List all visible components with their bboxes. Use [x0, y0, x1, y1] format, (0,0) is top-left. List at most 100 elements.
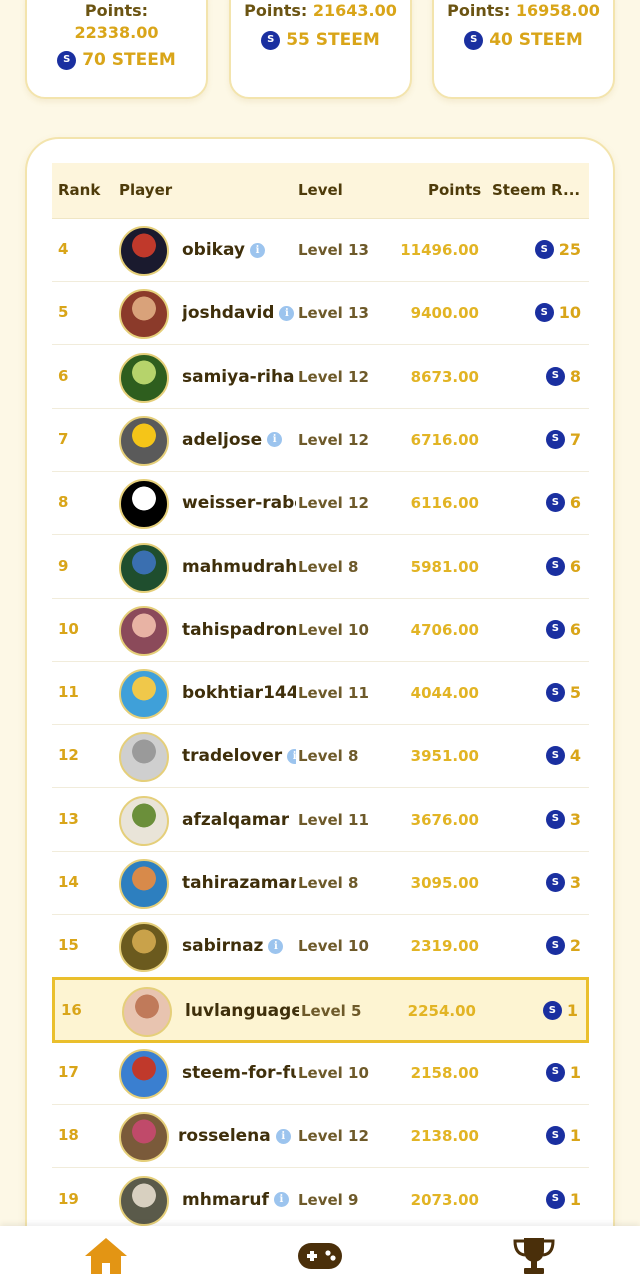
- steem-icon: S: [545, 1062, 565, 1082]
- steem-icon: S: [545, 809, 565, 829]
- player-level: Level 12: [298, 494, 369, 513]
- podium-steem-reward: S 40 STEEM: [434, 30, 613, 50]
- podium-card-3: Points: 16958.00 S 40 STEEM: [432, 0, 615, 99]
- table-row[interactable]: 4 obikay i Level 13 11496.00 S 25: [52, 219, 589, 282]
- avatar[interactable]: [119, 795, 169, 846]
- header-player: Player: [119, 181, 173, 199]
- steem-reward-value: 10: [558, 303, 581, 323]
- player-name[interactable]: weisser-rabe: [182, 493, 296, 513]
- steem-reward: S6: [545, 493, 581, 513]
- avatar[interactable]: [119, 289, 169, 340]
- podium-steem-reward: S 70 STEEM: [27, 50, 206, 70]
- table-row[interactable]: 15 sabirnaz i Level 10 2319.00 S 2: [52, 915, 589, 979]
- player-name[interactable]: luvlanguage: [185, 1001, 299, 1021]
- steem-icon: S: [542, 1001, 562, 1021]
- steem-reward: S 25: [534, 240, 581, 259]
- table-row[interactable]: 5 joshdavid i Level 13 9400.00 S 10: [52, 282, 589, 346]
- table-row[interactable]: 7 adeljose i Level 12 6716.00 S 7: [52, 409, 589, 472]
- avatar[interactable]: [119, 669, 169, 720]
- verified-icon: i: [273, 1192, 289, 1207]
- avatar[interactable]: [119, 1175, 169, 1226]
- avatar[interactable]: [119, 226, 169, 276]
- player-name[interactable]: afzalqamar: [182, 810, 289, 830]
- podium-steem-reward: S 55 STEEM: [231, 30, 410, 50]
- steem-reward: S6: [545, 556, 581, 576]
- table-row[interactable]: 12 tradelover i Level 8 3951.00 S 4: [52, 725, 589, 789]
- table-row[interactable]: 8 weisser-rabe Level 12 6116.00 S 6: [52, 472, 589, 536]
- steem-reward-value: 1: [569, 1189, 581, 1209]
- verified-icon: i: [267, 432, 283, 448]
- steem-reward-value: 1: [569, 1126, 581, 1146]
- table-row[interactable]: 6 samiya-riha Level 12 8673.00 S 8: [52, 346, 589, 409]
- avatar[interactable]: [119, 859, 169, 909]
- rank-number: 16: [61, 1001, 82, 1020]
- player-name[interactable]: mahmudrahman: [182, 557, 296, 577]
- player-points: 5981.00: [410, 557, 479, 576]
- avatar[interactable]: [122, 987, 172, 1038]
- rank-number: 14: [58, 873, 79, 891]
- avatar[interactable]: [119, 1112, 169, 1163]
- avatar[interactable]: [119, 605, 169, 656]
- table-row[interactable]: 10 tahispadron Level 10 4706.00 S 6: [52, 599, 589, 662]
- avatar[interactable]: [119, 352, 169, 403]
- rank-number: 15: [58, 936, 79, 955]
- avatar[interactable]: [119, 415, 169, 466]
- player-name-text: sabirnaz: [182, 936, 264, 957]
- table-row[interactable]: 11 bokhtiar1444Level 11 4044.00 S5: [52, 662, 589, 726]
- gamepad-icon: [298, 1243, 342, 1269]
- steem-reward-value: 4: [569, 746, 581, 766]
- player-level: Level 10: [298, 620, 369, 639]
- podium-points: Points: 21643.00: [244, 1, 397, 20]
- steem-icon: S: [57, 50, 77, 70]
- avatar[interactable]: [119, 922, 169, 973]
- player-name[interactable]: tradelover i: [182, 746, 296, 766]
- podium-points-label: Points:: [84, 1, 149, 20]
- player-points: 2319.00: [410, 937, 479, 956]
- player-name[interactable]: obikay i: [182, 240, 266, 260]
- steem-reward-value: 25: [558, 240, 581, 259]
- leaderboard-header: Rank Player Level Points Steem R...: [52, 163, 589, 219]
- player-name[interactable]: tahirazamar: [182, 873, 296, 893]
- avatar[interactable]: [119, 542, 169, 593]
- nav-games-button[interactable]: [297, 1236, 343, 1276]
- player-name[interactable]: sabirnaz i: [182, 936, 284, 957]
- player-points: 2138.00: [410, 1127, 479, 1146]
- player-points: 6116.00: [410, 494, 479, 513]
- player-name[interactable]: tahispadron: [182, 620, 296, 640]
- table-row-current-user[interactable]: 16 luvlanguage Level 5 2254.00 S 1: [52, 977, 589, 1044]
- player-name-text: afzalqamar: [182, 809, 290, 830]
- steem-icon: S: [545, 429, 565, 449]
- player-name[interactable]: rosselena i: [178, 1126, 291, 1146]
- header-steem-reward: Steem R...: [492, 181, 581, 199]
- nav-leaderboard-button[interactable]: [511, 1236, 557, 1276]
- avatar[interactable]: [119, 479, 169, 530]
- player-level: Level 10: [298, 937, 369, 956]
- table-row[interactable]: 9 mahmudrahmanLevel 8 5981.00 S6: [52, 536, 589, 599]
- steem-reward-value: 3: [569, 809, 581, 829]
- rank-number: 10: [58, 619, 79, 638]
- player-name[interactable]: bokhtiar1444: [182, 683, 296, 703]
- player-name[interactable]: mhmaruf i: [182, 1190, 289, 1210]
- steem-reward: S8: [545, 366, 581, 386]
- player-points: 2158.00: [410, 1063, 479, 1082]
- steem-reward: S 10: [534, 303, 581, 323]
- player-name[interactable]: samiya-riha: [182, 367, 295, 387]
- steem-reward-value: 3: [569, 873, 581, 892]
- table-row[interactable]: 13 afzalqamar Level 11 3676.00 S 3: [52, 789, 589, 852]
- table-row[interactable]: 14 tahirazamar Level 8 3095.00 S 3: [52, 852, 589, 915]
- avatar[interactable]: [119, 732, 169, 783]
- player-name[interactable]: joshdavid i: [182, 303, 295, 323]
- player-level: Level 8: [298, 747, 359, 766]
- table-row[interactable]: 19 mhmaruf i Level 9 2073.00 S 1: [52, 1169, 589, 1232]
- podium-card-2: Points: 21643.00 S 55 STEEM: [229, 0, 412, 99]
- steem-reward-value: 8: [569, 366, 581, 386]
- player-level: Level 12: [298, 1127, 369, 1146]
- player-name[interactable]: adeljose i: [182, 430, 283, 450]
- verified-icon: i: [279, 305, 295, 321]
- avatar[interactable]: [119, 1048, 169, 1099]
- player-name[interactable]: steem-for-future: [182, 1063, 296, 1083]
- player-points: 11496.00: [400, 241, 479, 259]
- table-row[interactable]: 17 steem-for-futureLevel 10 2158.00 S1: [52, 1042, 589, 1105]
- nav-home-button[interactable]: [83, 1236, 129, 1276]
- table-row[interactable]: 18 rosselena i Level 12 2138.00 S 1: [52, 1105, 589, 1169]
